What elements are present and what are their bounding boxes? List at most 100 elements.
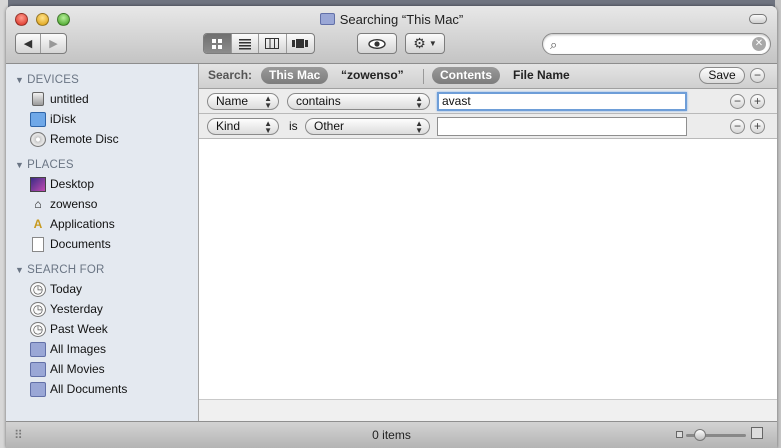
scope-contents-button[interactable]: Contents	[432, 67, 500, 84]
search-input[interactable]	[567, 36, 747, 52]
remove-criterion-button[interactable]: −	[730, 119, 745, 134]
hard-disk-icon	[32, 92, 44, 106]
path-bar	[199, 399, 777, 421]
disclosure-triangle-icon: ▼	[15, 265, 25, 275]
remove-criterion-button[interactable]: −	[730, 94, 745, 109]
criteria-row: Name ▲ ▼ contains ▲ ▼ avast − +	[199, 89, 777, 114]
sidebar-item-label: Today	[50, 282, 83, 296]
plus-icon: +	[753, 94, 761, 108]
scope-label: Search:	[208, 68, 253, 82]
item-count: 0 items	[372, 428, 411, 442]
sidebar-item-label: Applications	[50, 217, 115, 231]
sidebar-item-label: All Documents	[50, 382, 128, 396]
sidebar-item-all-images[interactable]: All Images	[30, 340, 106, 358]
sidebar-item-label: All Movies	[50, 362, 105, 376]
minus-icon: −	[753, 68, 761, 82]
disclosure-triangle-icon: ▼	[15, 160, 25, 170]
popup-value: Name	[216, 94, 249, 108]
smart-folder-icon	[319, 13, 335, 25]
criteria-value-field[interactable]: avast	[437, 92, 687, 111]
minus-icon: −	[733, 119, 741, 133]
search-icon: ⌕	[550, 37, 558, 52]
sidebar-item-untitled[interactable]: untitled	[30, 90, 89, 108]
updown-arrows-icon: ▲ ▼	[264, 119, 272, 135]
sidebar-item-remote-disc[interactable]: Remote Disc	[30, 130, 119, 148]
sidebar-section-search-for[interactable]: ▼ SEARCH FOR	[15, 264, 105, 276]
results-pane: Search: This Mac “zowenso” Contents File…	[199, 64, 777, 421]
sidebar-item-label: Remote Disc	[50, 132, 119, 146]
updown-arrows-icon: ▲ ▼	[415, 119, 423, 135]
small-icon-size-icon	[676, 431, 683, 438]
remove-search-button[interactable]: −	[750, 68, 765, 83]
clear-search-icon[interactable]: ✕	[752, 37, 766, 51]
sidebar-item-label: Past Week	[50, 322, 108, 336]
save-search-button[interactable]: Save	[699, 67, 745, 84]
sidebar-item-documents[interactable]: Documents	[30, 235, 111, 253]
sidebar-item-home[interactable]: ⌂ zowenso	[30, 195, 97, 213]
slider-knob[interactable]	[694, 429, 706, 441]
action-menu-button[interactable]: ⚙ ▼	[405, 33, 445, 54]
coverflow-view-button[interactable]	[287, 34, 314, 53]
updown-arrows-icon: ▲ ▼	[415, 94, 423, 110]
sidebar-item-yesterday[interactable]: ◷ Yesterday	[30, 300, 103, 318]
scope-home-folder-button[interactable]: “zowenso”	[333, 67, 412, 84]
attribute-popup[interactable]: Name ▲ ▼	[207, 93, 279, 110]
chevron-down-icon: ▼	[428, 39, 437, 48]
sidebar-item-label: Documents	[50, 237, 111, 251]
updown-arrows-icon: ▲ ▼	[264, 94, 272, 110]
attribute-popup[interactable]: Kind ▲ ▼	[207, 118, 279, 135]
finder-window: Searching “This Mac” ◀ ▶ ⚙ ▼ ⌕ ✕ ▼ DEVIC…	[6, 6, 777, 448]
column-view-button[interactable]	[259, 34, 287, 53]
sidebar-item-today[interactable]: ◷ Today	[30, 280, 82, 298]
forward-button[interactable]: ▶	[41, 34, 66, 53]
clock-icon: ◷	[30, 281, 46, 297]
sidebar-item-idisk[interactable]: iDisk	[30, 110, 76, 128]
back-forward-group: ◀ ▶	[15, 33, 67, 54]
column-view-icon	[265, 38, 280, 49]
desktop-icon	[30, 176, 46, 192]
back-button[interactable]: ◀	[16, 34, 42, 53]
popup-value: Kind	[216, 119, 241, 133]
operator-popup[interactable]: contains ▲ ▼	[287, 93, 430, 110]
add-criterion-button[interactable]: +	[750, 94, 765, 109]
sidebar-item-all-movies[interactable]: All Movies	[30, 360, 105, 378]
toolbar-toggle-button[interactable]	[749, 14, 767, 24]
sidebar-item-label: zowenso	[50, 197, 98, 211]
sidebar-item-label: Yesterday	[50, 302, 103, 316]
title-bar: Searching “This Mac” ◀ ▶ ⚙ ▼ ⌕ ✕	[6, 6, 777, 64]
sidebar-section-places[interactable]: ▼ PLACES	[15, 159, 74, 171]
disclosure-triangle-icon: ▼	[15, 75, 25, 85]
search-field[interactable]: ⌕ ✕	[542, 33, 771, 55]
criteria-value-field[interactable]	[437, 117, 687, 136]
list-view-button[interactable]	[232, 34, 259, 53]
icon-size-slider[interactable]	[686, 429, 746, 441]
sidebar-item-past-week[interactable]: ◷ Past Week	[30, 320, 108, 338]
scope-this-mac-button[interactable]: This Mac	[261, 67, 329, 84]
list-view-icon	[238, 38, 251, 49]
kind-popup[interactable]: Other ▲ ▼	[305, 118, 430, 135]
smart-folder-icon	[30, 381, 46, 397]
section-heading: DEVICES	[27, 74, 79, 86]
home-icon: ⌂	[34, 197, 42, 211]
documents-icon	[32, 236, 44, 252]
scope-file-name-button[interactable]: File Name	[505, 67, 578, 84]
sidebar-item-desktop[interactable]: Desktop	[30, 175, 94, 193]
eye-icon	[368, 38, 386, 49]
search-scope-bar: Search: This Mac “zowenso” Contents File…	[199, 64, 777, 89]
section-heading: PLACES	[27, 159, 74, 171]
icon-view-button[interactable]	[204, 34, 232, 53]
add-criterion-button[interactable]: +	[750, 119, 765, 134]
criteria-connector: is	[289, 119, 298, 133]
quick-look-button[interactable]	[357, 33, 397, 54]
plus-icon: +	[753, 119, 761, 133]
forward-arrow-icon: ▶	[49, 38, 58, 50]
smart-folder-icon	[30, 361, 46, 377]
sidebar-item-label: iDisk	[50, 112, 76, 126]
window-title-text: Searching “This Mac”	[339, 12, 464, 27]
sidebar-section-devices[interactable]: ▼ DEVICES	[15, 74, 79, 86]
coverflow-view-icon	[292, 39, 309, 48]
applications-icon: A	[33, 217, 43, 231]
sidebar-item-applications[interactable]: A Applications	[30, 215, 115, 233]
idisk-icon	[30, 111, 46, 127]
sidebar-item-all-documents[interactable]: All Documents	[30, 380, 127, 398]
